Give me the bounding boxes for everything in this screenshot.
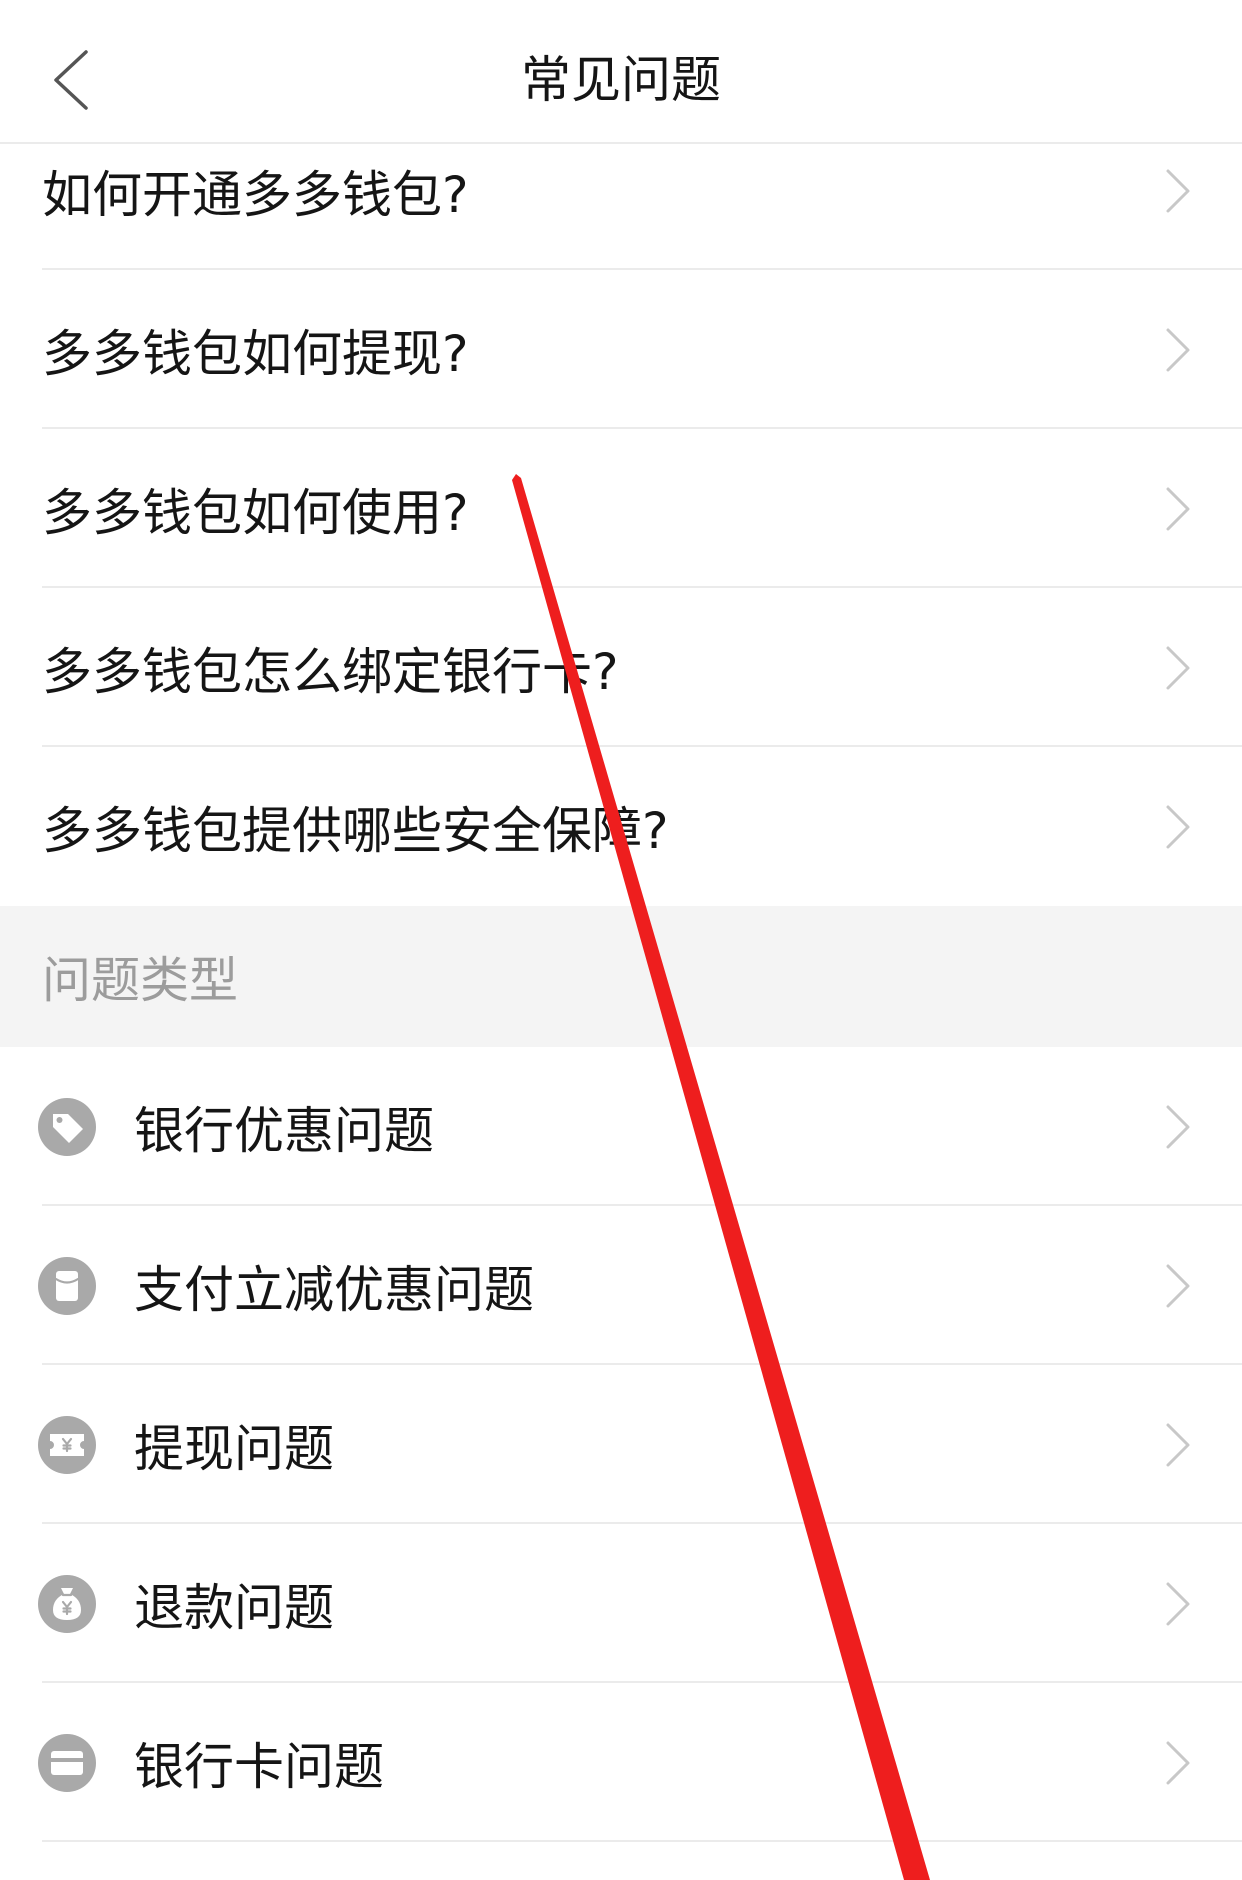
- category-item-label: 银行优惠问题: [134, 1101, 434, 1160]
- category-item-withdraw[interactable]: 提现问题: [0, 1365, 1242, 1524]
- category-item-refund[interactable]: 退款问题: [0, 1524, 1242, 1683]
- red-envelope-icon: [38, 1256, 96, 1315]
- header: 常见问题: [0, 0, 1242, 144]
- faq-item-label: 如何开通多多钱包?: [42, 165, 469, 224]
- category-item-label: 支付立减优惠问题: [134, 1260, 534, 1319]
- chevron-right-icon: [1166, 1741, 1190, 1784]
- faq-item-label: 多多钱包如何提现?: [42, 324, 469, 383]
- section-title: 问题类型: [42, 952, 239, 1009]
- section-header: 问题类型: [0, 906, 1242, 1047]
- chevron-right-icon: [1166, 1264, 1190, 1307]
- faq-item-label: 多多钱包提供哪些安全保障?: [42, 801, 669, 860]
- faq-list: 如何开通多多钱包? 多多钱包如何提现? 多多钱包如何使用? 多多钱包怎么绑定银行…: [0, 111, 1242, 906]
- chevron-right-icon: [1166, 646, 1190, 689]
- chevron-right-icon: [1166, 1582, 1190, 1625]
- faq-page: 常见问题 如何开通多多钱包? 多多钱包如何提现? 多多钱包如何使用? 多多钱包怎…: [0, 0, 1242, 1880]
- yuan-ticket-icon: [38, 1415, 96, 1474]
- faq-item-usage[interactable]: 多多钱包如何使用?: [0, 429, 1242, 588]
- tag-icon: [38, 1097, 96, 1156]
- chevron-right-icon: [1166, 1105, 1190, 1148]
- chevron-right-icon: [1166, 487, 1190, 530]
- faq-item-label: 多多钱包怎么绑定银行卡?: [42, 642, 619, 701]
- category-item-label: 退款问题: [134, 1578, 334, 1637]
- category-item-bank-card[interactable]: 银行卡问题: [0, 1683, 1242, 1842]
- chevron-right-icon: [1166, 169, 1190, 212]
- category-item-label: 提现问题: [134, 1419, 334, 1478]
- page-title: 常见问题: [521, 51, 721, 109]
- category-item-label: 银行卡问题: [134, 1737, 384, 1796]
- faq-item-withdraw[interactable]: 多多钱包如何提现?: [0, 270, 1242, 429]
- chevron-right-icon: [1166, 1423, 1190, 1466]
- category-item-bank-discount[interactable]: 银行优惠问题: [0, 1047, 1242, 1206]
- faq-item-security[interactable]: 多多钱包提供哪些安全保障?: [0, 747, 1242, 906]
- chevron-right-icon: [1166, 805, 1190, 848]
- money-bag-icon: [38, 1574, 96, 1633]
- chevron-right-icon: [1166, 328, 1190, 371]
- category-list: 银行优惠问题 支付立减优惠问题 提现问题 退款问题 银行卡问题: [0, 1047, 1242, 1842]
- faq-item-bind-card[interactable]: 多多钱包怎么绑定银行卡?: [0, 588, 1242, 747]
- faq-item-label: 多多钱包如何使用?: [42, 483, 469, 542]
- category-item-payment-discount[interactable]: 支付立减优惠问题: [0, 1206, 1242, 1365]
- bank-card-icon: [38, 1733, 96, 1792]
